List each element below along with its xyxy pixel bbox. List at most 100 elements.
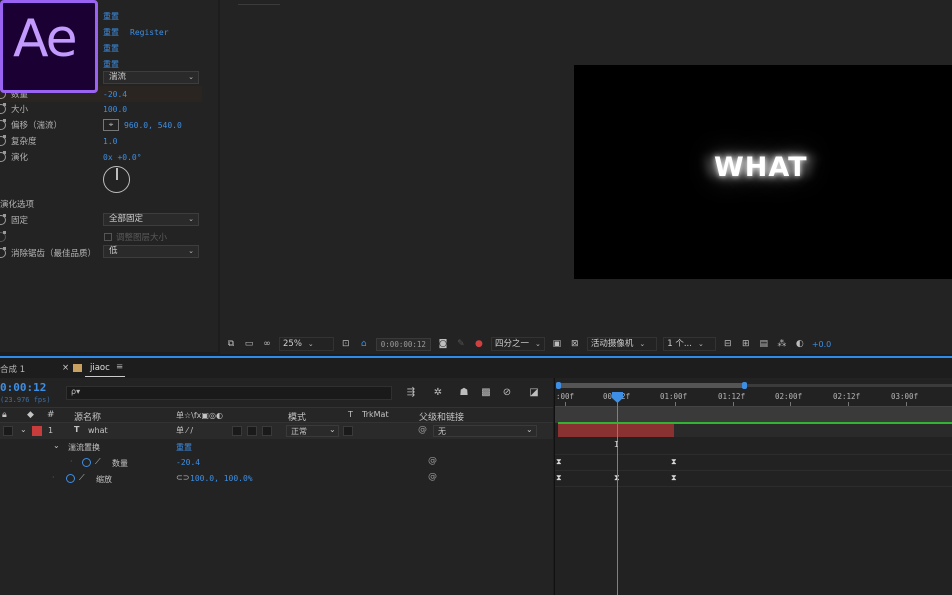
region-icon[interactable]: ▣ [551, 339, 563, 349]
prop-row-size[interactable]: 大小 100.0 [0, 101, 202, 117]
motion-blur-icon[interactable]: ⊘ [500, 386, 514, 400]
effect-reset-link[interactable]: 重置 [176, 442, 192, 453]
viewer-timecode[interactable]: 0:00:00:12 [375, 337, 431, 351]
frame-blend-icon[interactable]: ▩ [479, 386, 493, 400]
reset-link[interactable]: 重置 [103, 59, 119, 70]
prop-row-evolution[interactable]: 演化 0x +0.0° [0, 149, 202, 165]
monitor-icon[interactable]: ▭ [243, 339, 255, 349]
prop-value[interactable]: 100.0 [103, 105, 127, 114]
effect-group-name[interactable]: 湍流置换 [68, 442, 100, 453]
work-area-start-handle[interactable] [556, 382, 561, 389]
fast-preview-icon[interactable]: ⊞ [740, 339, 752, 349]
stopwatch-icon[interactable] [0, 135, 6, 146]
work-area-bar[interactable] [558, 383, 746, 388]
stopwatch-icon[interactable] [0, 119, 6, 130]
chevron-down-icon[interactable]: ⌄ [53, 441, 60, 450]
stopwatch-icon[interactable] [66, 474, 75, 483]
switch-box[interactable] [247, 426, 257, 436]
pick-whip-icon[interactable]: @ [418, 425, 427, 435]
checkbox[interactable] [104, 233, 112, 241]
evolution-options-row[interactable]: 演化选项 [0, 196, 202, 212]
label-icon[interactable]: ◆ [27, 410, 34, 420]
effect-group-row[interactable]: ⌄ 湍流置换 重置 [0, 439, 553, 455]
exposure-value[interactable]: +0.0 [812, 340, 831, 349]
property-value[interactable]: -20.4 [176, 458, 200, 467]
prop-row-complexity[interactable]: 复杂度 1.0 [0, 133, 202, 149]
stopwatch-icon[interactable] [0, 103, 6, 114]
displacement-type-dropdown[interactable]: 湍流 ⌄ [103, 71, 199, 84]
transparency-grid-icon[interactable]: ⊠ [569, 339, 581, 349]
prop-value[interactable]: 960.0, 540.0 [124, 121, 182, 130]
resolution-dropdown[interactable]: 四分之一 ⌄ [490, 337, 545, 351]
layer-name[interactable]: what [88, 426, 108, 435]
reset-link[interactable]: 重置 [103, 11, 119, 22]
constrain-link-icon[interactable]: ⊂⊃ [176, 473, 189, 482]
lock-toggle[interactable] [3, 426, 13, 436]
property-row-amount[interactable]: · ⟋ 数量 -20.4 @ [0, 455, 553, 471]
viewer-tab[interactable] [238, 0, 280, 5]
keyframe-marker[interactable]: ⧗ [671, 473, 677, 483]
switch-box[interactable] [232, 426, 242, 436]
always-preview-icon[interactable]: ⧉ [225, 339, 237, 349]
keyframe-nav-icon[interactable]: · [52, 473, 55, 482]
toggle-pixel-icon[interactable]: ⊟ [722, 339, 734, 349]
color-channels-icon[interactable]: ● [473, 339, 485, 349]
layer-row[interactable]: ⌄ 1 T what 单 ⁄ / 正常 ⌄ @ 无 ⌄ [0, 423, 553, 439]
evolution-dial[interactable] [103, 166, 130, 193]
comp-text-layer[interactable]: WHAT [714, 152, 808, 183]
prop-value[interactable]: 1.0 [103, 137, 117, 146]
snapshot-icon[interactable]: ✎ [455, 339, 467, 349]
layer-duration-bar[interactable] [558, 424, 674, 437]
comp-mini-flowchart-icon[interactable]: ⇶ [404, 386, 418, 400]
flowchart-icon[interactable]: ⁂ [776, 339, 788, 349]
stopwatch-icon[interactable] [0, 151, 6, 162]
glasses-icon[interactable]: ∞ [261, 339, 273, 349]
keyframe-marker[interactable]: ⧗ [556, 457, 562, 467]
mode-dropdown[interactable]: 正常 ⌄ [286, 425, 339, 437]
views-dropdown[interactable]: 1 个... ⌄ [663, 337, 716, 351]
antialias-dropdown[interactable]: 低 ⌄ [103, 245, 199, 258]
graph-icon[interactable]: ⟋ [79, 473, 85, 483]
graph-icon[interactable]: ⟋ [95, 457, 101, 467]
current-time[interactable]: 0:00:12 [0, 381, 46, 394]
prop-row-resize[interactable]: 调整图层大小 [0, 229, 202, 245]
property-value[interactable]: 100.0, 100.0% [190, 474, 253, 483]
chevron-down-icon[interactable]: ⌄ [20, 425, 27, 434]
pick-whip-icon[interactable]: @ [428, 456, 437, 466]
layer-search-input[interactable]: ρ▾ [66, 386, 392, 400]
menu-icon[interactable]: ≡ [116, 362, 123, 372]
source-name-header[interactable]: 源名称 [74, 410, 101, 423]
fit-icon[interactable]: ⊡ [340, 339, 352, 349]
camera-dropdown[interactable]: 活动摄像机 ⌄ [586, 337, 658, 351]
timeline-icon[interactable]: ▤ [758, 339, 770, 349]
shy-icon[interactable]: ☗ [457, 386, 471, 400]
reset-link[interactable]: 重置 [103, 43, 119, 54]
current-time-indicator[interactable] [617, 400, 618, 595]
lock-icon[interactable]: 🔒︎ [2, 410, 7, 420]
keyframe-marker[interactable]: ⧗ [671, 457, 677, 467]
tab-comp-1[interactable]: 合成 1 [0, 363, 25, 375]
close-icon[interactable]: × [62, 363, 69, 373]
stopwatch-icon[interactable] [0, 214, 6, 225]
register-link[interactable]: Register [130, 28, 169, 37]
reset-link[interactable]: 重置 [103, 27, 119, 38]
crosshair-icon[interactable]: ⌖ [103, 119, 119, 131]
keyframe-marker[interactable]: ⧗ [556, 473, 562, 483]
graph-editor-icon[interactable]: ◪ [527, 386, 541, 400]
mask-icon[interactable]: ⌂ [358, 339, 370, 349]
camera-icon[interactable]: ◙ [437, 339, 449, 349]
prop-value[interactable]: 0x +0.0° [103, 153, 142, 162]
parent-dropdown[interactable]: 无 ⌄ [433, 425, 537, 437]
pick-whip-icon[interactable]: @ [428, 472, 437, 482]
zoom-dropdown[interactable]: 25% ⌄ [279, 337, 334, 351]
prop-value[interactable]: -20.4 [103, 90, 127, 99]
layer-switches[interactable]: 单 ⁄ / [176, 425, 193, 436]
tab-jiaoc[interactable]: jiaoc [90, 363, 110, 373]
label-color-swatch[interactable] [32, 426, 42, 436]
work-area-end-handle[interactable] [742, 382, 747, 389]
keyframe-nav-icon[interactable]: · [70, 457, 73, 466]
prop-row-offset[interactable]: 偏移（湍流） ⌖ 960.0, 540.0 [0, 117, 202, 133]
trkmat-box[interactable] [343, 426, 353, 436]
exposure-icon[interactable]: ◐ [794, 339, 806, 349]
stopwatch-icon[interactable] [82, 458, 91, 467]
